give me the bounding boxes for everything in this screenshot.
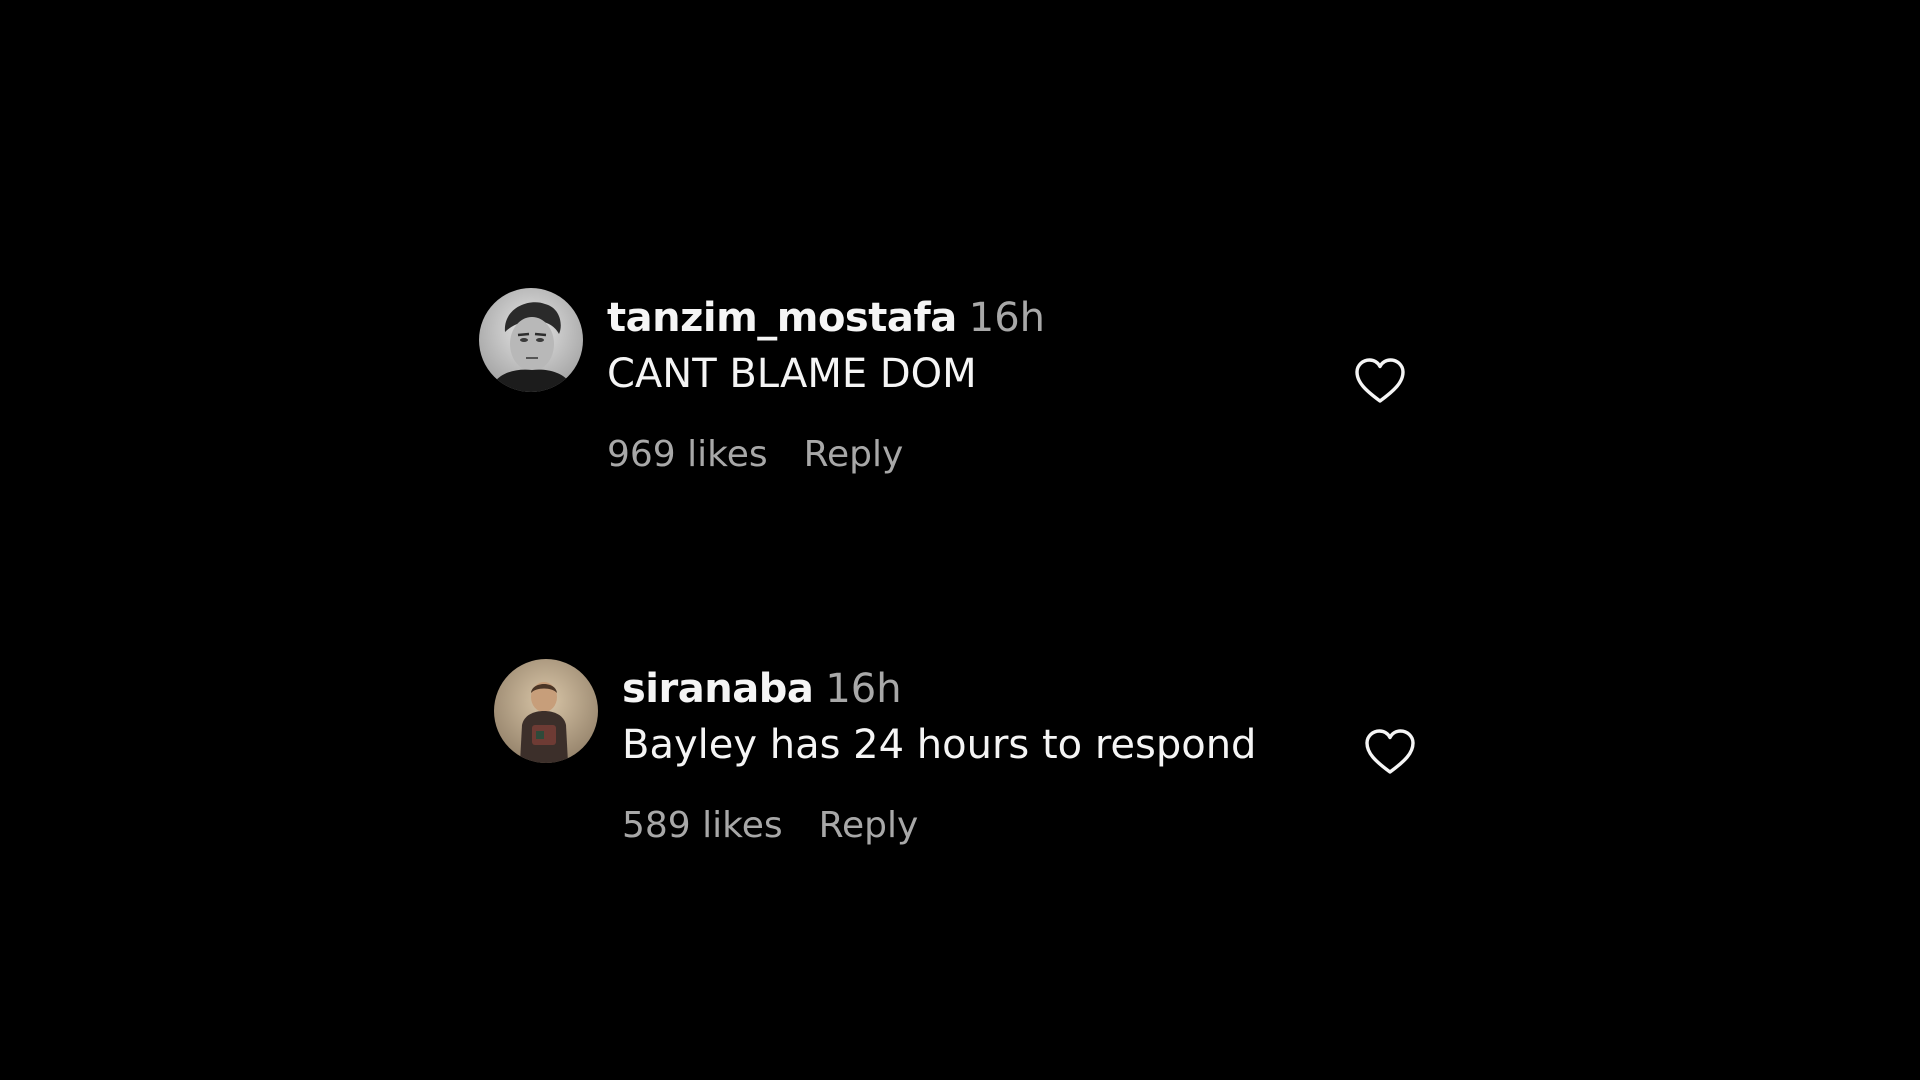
comments-screen: tanzim_mostafa 16h CANT BLAME DOM 969 lik… [0,0,1920,1080]
username-link[interactable]: siranaba [622,666,814,712]
profile-photo-icon [479,288,583,392]
comment-item: siranaba 16h Bayley has 24 hours to respo… [494,659,1454,859]
like-button[interactable] [1353,356,1407,406]
avatar[interactable] [494,659,598,763]
username-link[interactable]: tanzim_mostafa [607,295,957,341]
heart-outline-icon [1365,729,1415,774]
comment-meta: 969 likes Reply [607,433,903,477]
comment-meta: 589 likes Reply [622,804,918,848]
like-button[interactable] [1363,727,1417,777]
comment-item: tanzim_mostafa 16h CANT BLAME DOM 969 lik… [479,288,1439,488]
comment-header: tanzim_mostafa 16h [607,294,1045,342]
comment-header: siranaba 16h [622,665,902,713]
profile-photo-icon [494,659,598,763]
heart-outline-icon [1355,358,1405,403]
likes-count[interactable]: 969 likes [607,434,768,475]
reply-button[interactable]: Reply [804,434,904,475]
timestamp: 16h [968,295,1045,341]
comment-text: Bayley has 24 hours to respond [622,722,1257,768]
timestamp: 16h [825,666,902,712]
reply-button[interactable]: Reply [819,805,919,846]
avatar[interactable] [479,288,583,392]
comment-text: CANT BLAME DOM [607,351,977,397]
likes-count[interactable]: 589 likes [622,805,783,846]
